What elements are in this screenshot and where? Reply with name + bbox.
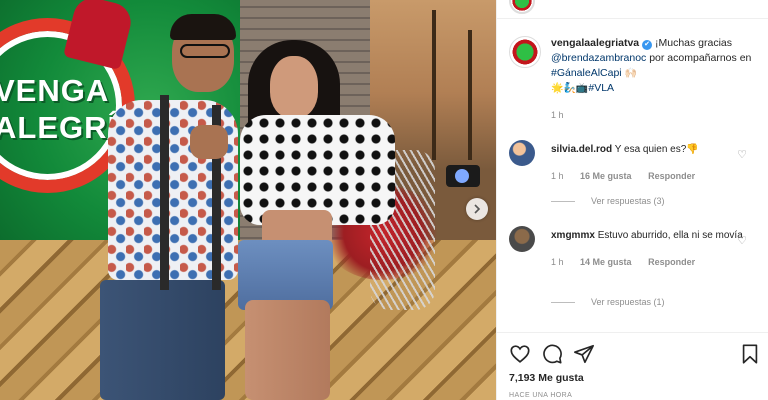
heart-icon[interactable] [509, 343, 531, 365]
post-timestamp[interactable]: HACE UNA HORA [509, 392, 572, 399]
actions-divider [497, 332, 768, 333]
post-action-bar [509, 343, 761, 365]
view-replies-button[interactable]: Ver respuestas (1) [551, 297, 665, 307]
caption-emoji-2: 🌟🧞📺 [551, 83, 589, 94]
hashtag-ganalealcapi-link[interactable]: #GánaleAlCapi [551, 67, 622, 79]
caption-intro: ¡Muchas gracias [654, 37, 733, 49]
man-hair [170, 14, 236, 40]
caption-mid: por acompañarnos en [649, 52, 752, 64]
header-avatar[interactable] [509, 0, 535, 14]
comment-bubble-icon[interactable] [541, 343, 563, 365]
comment-item: xmgmmx Estuvo aburrido, ella ni se movía… [509, 226, 761, 270]
man-jeans [100, 280, 225, 400]
caption-mention-link[interactable]: @brendazambranoc [551, 52, 646, 64]
caption-age: 1 h [551, 110, 564, 120]
comment-like-heart-icon[interactable]: ♡ [737, 148, 747, 161]
verified-badge-icon: ✔ [642, 40, 653, 50]
man-fist [190, 125, 228, 159]
comment-reply-button[interactable]: Responder [648, 171, 695, 181]
commenter-avatar[interactable] [509, 226, 535, 252]
commenter-avatar[interactable] [509, 140, 535, 166]
woman-polka-dot-blouse [240, 115, 395, 225]
comment-item: silvia.del.rod Y esa quien es?👎 1 h 16 M… [509, 140, 761, 184]
stage-light [446, 165, 480, 187]
commenter-username[interactable]: silvia.del.rod [551, 144, 612, 155]
carousel-next-button[interactable] [466, 198, 488, 220]
post-caption: vengalaalegriatva ✔ ¡Muchas gracias @bre… [509, 36, 761, 96]
comment-age: 1 h [551, 257, 564, 267]
woman-legs [245, 300, 330, 400]
author-username[interactable]: vengalaalegriatva [551, 37, 639, 49]
comment-like-heart-icon[interactable]: ♡ [737, 234, 747, 247]
comment-text: Estuvo aburrido, ella ni se movía [597, 230, 743, 241]
author-avatar[interactable] [509, 36, 541, 68]
caption-emoji-1: 🙌🏻 [624, 68, 638, 79]
comment-meta: 1 h 14 Me gusta Responder [551, 255, 761, 270]
post-photo[interactable]: VENGA ALEGRÍA [0, 0, 496, 400]
show-logo-text-line1: VENGA [0, 73, 110, 108]
hashtag-vla-link[interactable]: #VLA [588, 82, 614, 94]
paper-plane-icon[interactable] [573, 343, 595, 365]
commenter-username[interactable]: xmgmmx [551, 230, 595, 241]
likes-count[interactable]: 7,193 Me gusta [509, 372, 584, 384]
comment-text: Y esa quien es?👎 [614, 144, 699, 155]
comment-reply-button[interactable]: Responder [648, 257, 695, 267]
man-suspender-left [160, 95, 169, 290]
comment-likes[interactable]: 16 Me gusta [580, 171, 632, 181]
chevron-right-icon [474, 204, 481, 214]
caption-text: vengalaalegriatva ✔ ¡Muchas gracias @bre… [551, 36, 761, 96]
comment-age: 1 h [551, 171, 564, 181]
bookmark-icon[interactable] [739, 343, 761, 365]
post-side-panel: vengalaalegriatva ✔ ¡Muchas gracias @bre… [496, 0, 768, 400]
view-replies-button[interactable]: Ver respuestas (3) [551, 196, 665, 206]
comment-meta: 1 h 16 Me gusta Responder [551, 169, 761, 184]
header-divider [497, 18, 768, 19]
comment-likes[interactable]: 14 Me gusta [580, 257, 632, 267]
man-glasses [180, 44, 230, 58]
woman-face [270, 56, 318, 118]
